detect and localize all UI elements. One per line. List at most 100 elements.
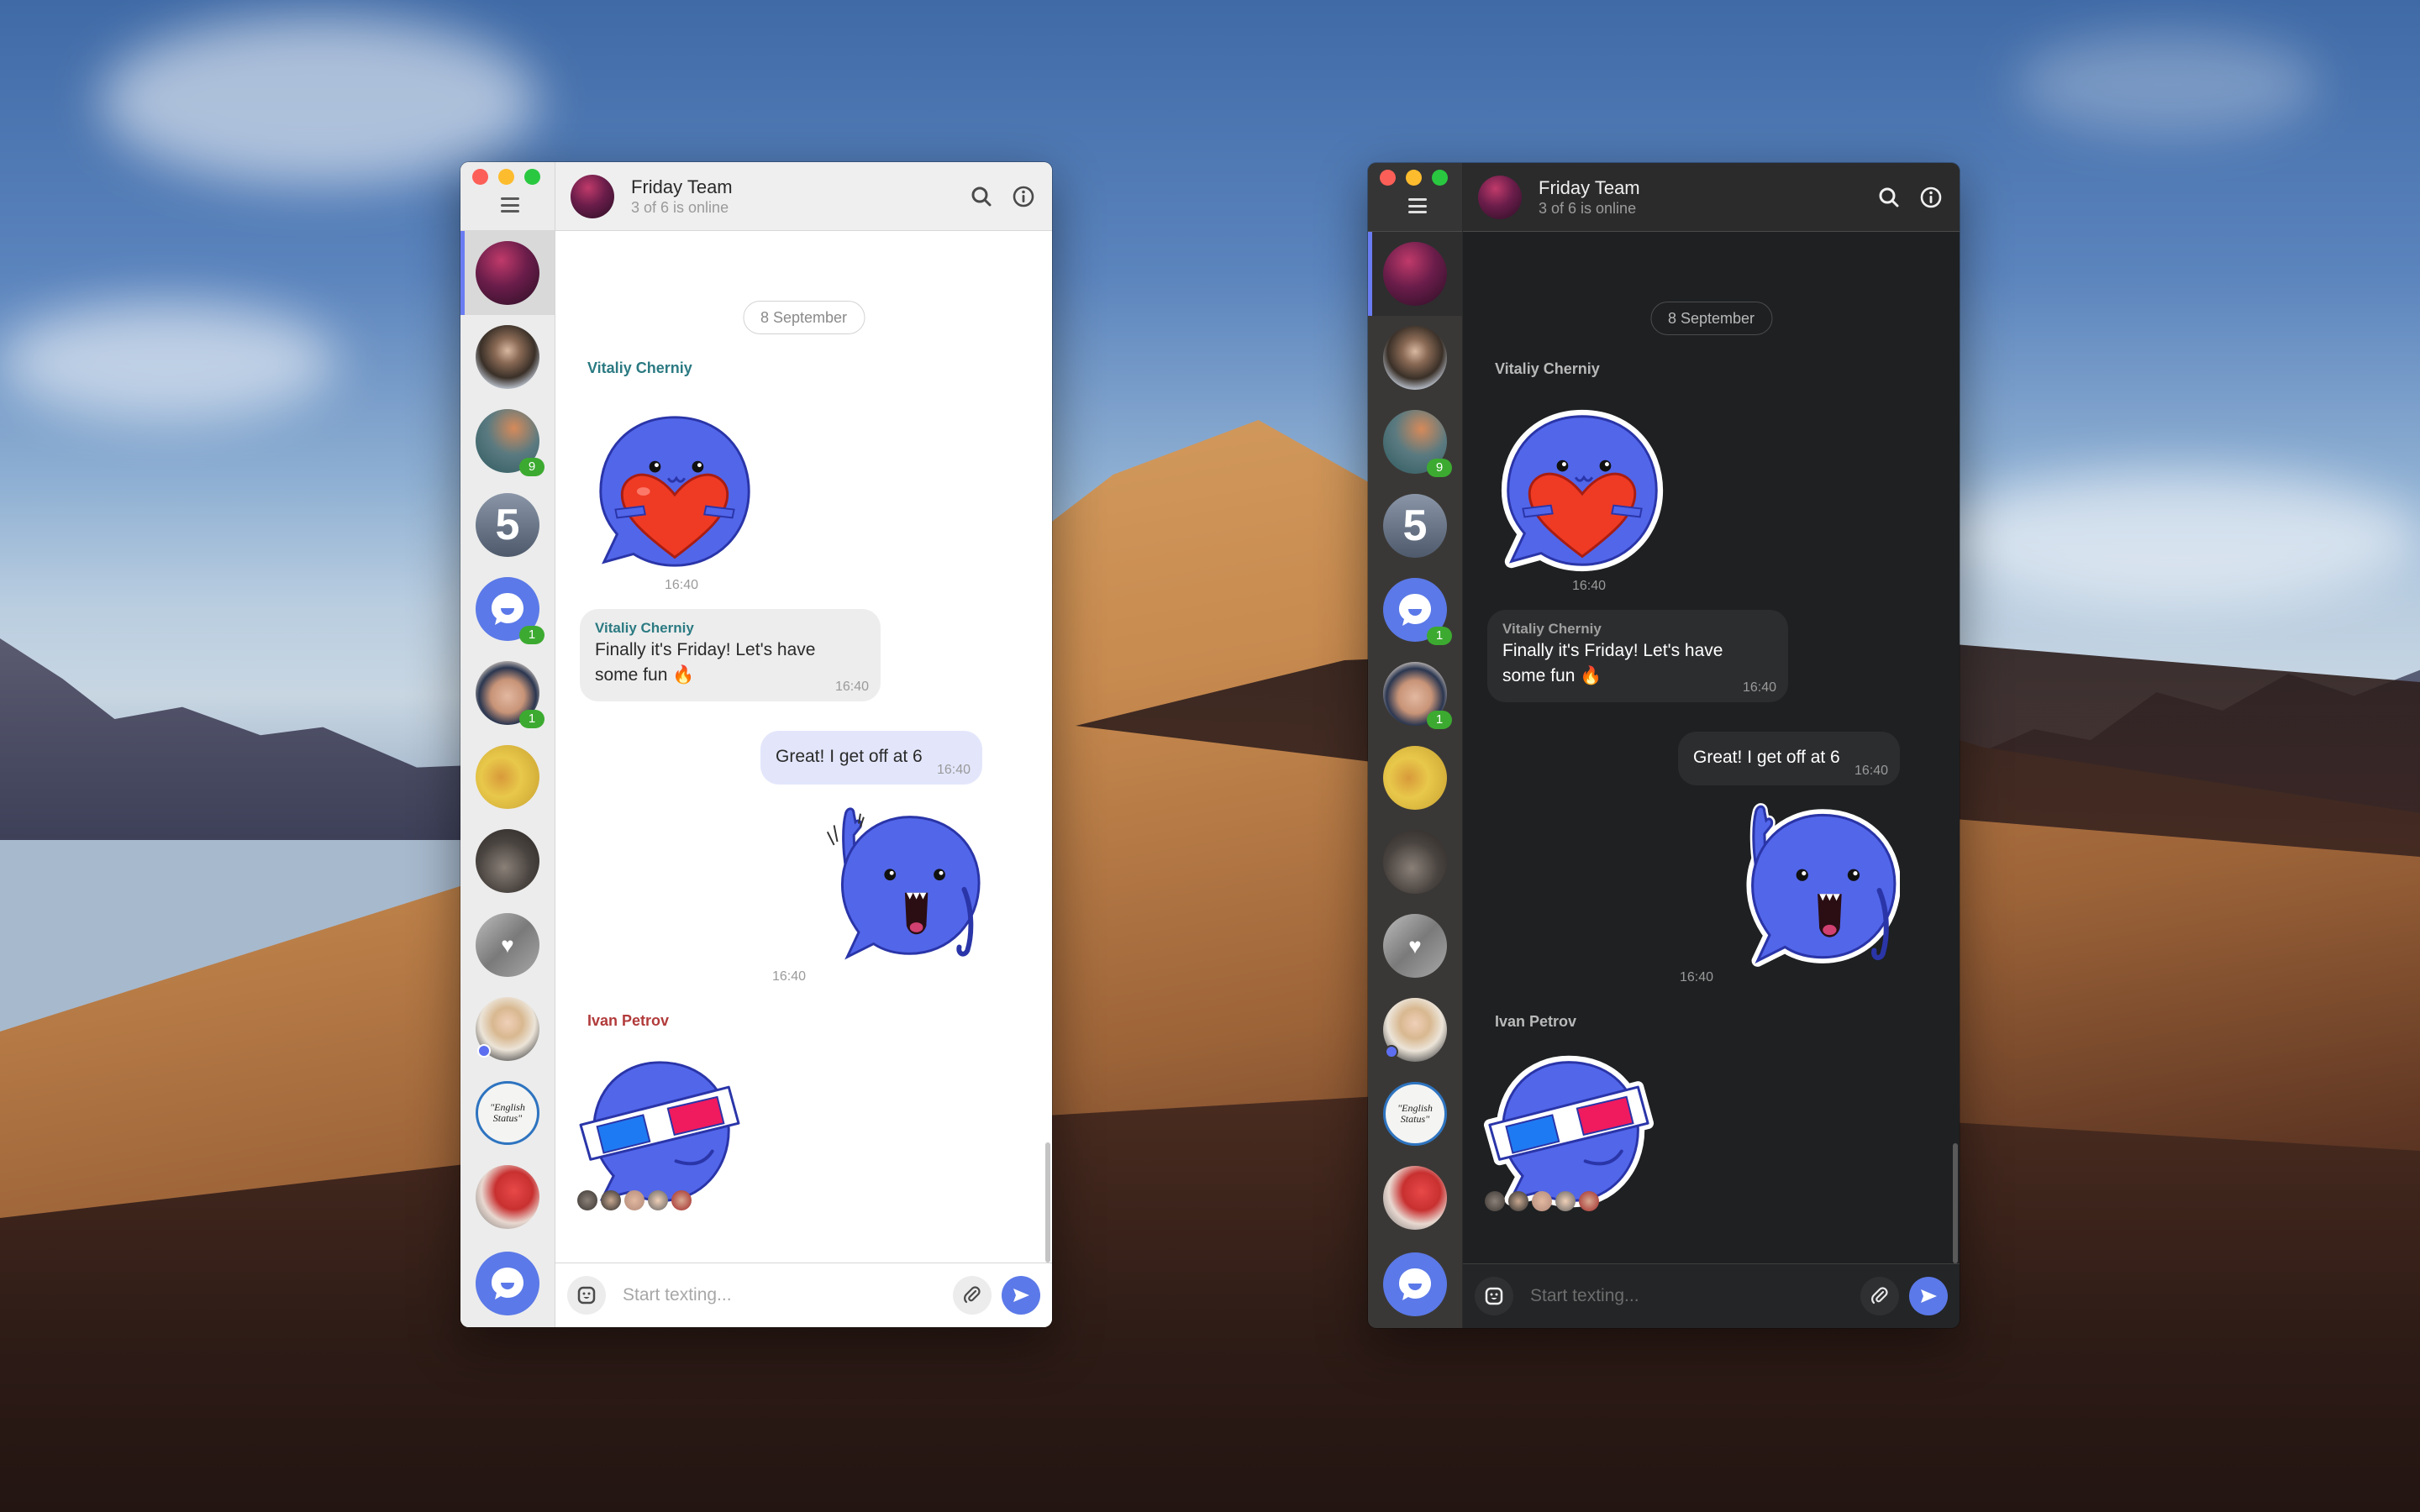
- chat-item-blonde-woman[interactable]: [1368, 988, 1462, 1072]
- chat-title: Friday Team: [1539, 176, 1640, 198]
- window-controls: [472, 169, 540, 185]
- minimize-window-button[interactable]: [498, 169, 514, 185]
- chat-item-heart-key[interactable]: ♥: [1368, 904, 1462, 988]
- heart-hug-sticker[interactable]: [1497, 405, 1668, 576]
- search-button[interactable]: [968, 183, 995, 210]
- close-window-button[interactable]: [472, 169, 488, 185]
- chat-item-man-in-shirt[interactable]: [1368, 316, 1462, 400]
- group-avatar[interactable]: [1478, 175, 1522, 219]
- avatar: [1383, 746, 1447, 810]
- chat-list: 9 5 1 1 ♥ "English Status": [1368, 232, 1462, 1328]
- unread-badge: 1: [519, 710, 544, 728]
- avatar: [1383, 242, 1447, 306]
- message-list[interactable]: 8 September Vitaliy Cherniy 16:40 Vitali…: [1463, 232, 1960, 1263]
- maximize-window-button[interactable]: [1432, 170, 1448, 186]
- scrollbar[interactable]: [1953, 1143, 1958, 1263]
- desktop-wallpaper: [0, 0, 2420, 1512]
- chat-item-5-logo[interactable]: 5: [460, 483, 555, 567]
- send-button[interactable]: [1909, 1277, 1948, 1315]
- message-input[interactable]: [1530, 1286, 1850, 1306]
- message-bubble-outgoing: Great! I get off at 6 16:40: [1678, 732, 1900, 785]
- messenger-window-light: 9 5 1 1 ♥ "English Status" Friday Team 3…: [460, 162, 1052, 1327]
- chat-logo-icon[interactable]: [476, 1252, 539, 1315]
- message-sender: Vitaliy Cherniy: [1495, 360, 1600, 377]
- online-status: 3 of 6 is online: [631, 198, 729, 216]
- reader-avatar: [648, 1190, 668, 1210]
- maximize-window-button[interactable]: [524, 169, 540, 185]
- chat-item-red-flower[interactable]: [1368, 1156, 1462, 1240]
- close-window-button[interactable]: [1380, 170, 1396, 186]
- group-avatar[interactable]: [571, 174, 614, 218]
- waving-sticker[interactable]: [1725, 800, 1900, 971]
- avatar: ♥: [476, 913, 539, 977]
- chat-item-man-in-shirt[interactable]: [460, 315, 555, 399]
- message-time: 16:40: [665, 578, 699, 592]
- chat-item-red-flower[interactable]: [460, 1155, 555, 1239]
- message-composer: [555, 1263, 1052, 1327]
- reader-avatar: [671, 1190, 692, 1210]
- avatar: [476, 997, 539, 1061]
- chat-item-this-is-fine[interactable]: [1368, 736, 1462, 820]
- avatar: 5: [1383, 494, 1447, 558]
- avatar: 9: [476, 409, 544, 476]
- 3d-glasses-sticker[interactable]: [577, 1054, 742, 1210]
- message-time: 16:40: [1572, 579, 1607, 593]
- chat-item-english-status[interactable]: "English Status": [460, 1071, 555, 1155]
- message-list[interactable]: 8 September Vitaliy Cherniy 16:40 Vitali…: [555, 231, 1052, 1263]
- send-icon: [1013, 1289, 1029, 1302]
- chat-item-girl-photo[interactable]: [1368, 820, 1462, 904]
- attach-button[interactable]: [1860, 1277, 1899, 1315]
- message-input[interactable]: [623, 1285, 943, 1305]
- message-bubble-incoming: Vitaliy Cherniy Finally it's Friday! Let…: [1487, 610, 1788, 702]
- chat-item-blonde-woman[interactable]: [460, 987, 555, 1071]
- chat-item-chat-bot[interactable]: 1: [460, 567, 555, 651]
- chat-item-heart-key[interactable]: ♥: [460, 903, 555, 987]
- message-time: 16:40: [936, 763, 971, 777]
- message-text: Great! I get off at 6: [776, 747, 923, 766]
- message-time: 16:40: [772, 969, 807, 984]
- chat-item-young-man[interactable]: 1: [460, 651, 555, 735]
- avatar: [1383, 998, 1447, 1062]
- paperclip-icon: [1871, 1287, 1888, 1305]
- info-icon: [1013, 186, 1034, 207]
- sidebar-titlebar: [1368, 163, 1462, 232]
- scrollbar[interactable]: [1045, 1142, 1050, 1263]
- heart-hug-sticker[interactable]: [592, 409, 757, 574]
- hamburger-menu-icon[interactable]: [1408, 198, 1427, 213]
- waving-sticker[interactable]: [816, 802, 984, 967]
- chat-logo-icon[interactable]: [1383, 1252, 1447, 1316]
- reader-avatar: [1532, 1191, 1552, 1211]
- chat-item-girl-photo[interactable]: [460, 819, 555, 903]
- chat-item-young-man[interactable]: 1: [1368, 652, 1462, 736]
- read-receipts: [577, 1190, 692, 1210]
- chat-item-5-logo[interactable]: 5: [1368, 484, 1462, 568]
- window-controls: [1380, 170, 1448, 186]
- info-button[interactable]: [1918, 184, 1944, 211]
- info-button[interactable]: [1010, 183, 1037, 210]
- chat-item-chat-bot[interactable]: 1: [1368, 568, 1462, 652]
- chat-item-this-is-fine[interactable]: [460, 735, 555, 819]
- minimize-window-button[interactable]: [1406, 170, 1422, 186]
- message-bubble-outgoing: Great! I get off at 6 16:40: [760, 731, 982, 785]
- hamburger-menu-icon[interactable]: [501, 197, 519, 213]
- chat-pane: Friday Team 3 of 6 is online 8 September…: [555, 162, 1052, 1327]
- avatar: 1: [476, 577, 544, 644]
- send-button[interactable]: [1002, 1276, 1040, 1315]
- chat-item-friday-team[interactable]: [1368, 232, 1462, 316]
- chat-item-fantasy-art[interactable]: 9: [1368, 400, 1462, 484]
- wallpaper-cloud: [101, 17, 538, 185]
- message-sender: Vitaliy Cherniy: [587, 360, 692, 376]
- avatar: 1: [476, 661, 544, 728]
- reader-avatar: [624, 1190, 644, 1210]
- chat-item-english-status[interactable]: "English Status": [1368, 1072, 1462, 1156]
- attach-button[interactable]: [953, 1276, 992, 1315]
- search-icon: [971, 186, 992, 206]
- chat-item-fantasy-art[interactable]: 9: [460, 399, 555, 483]
- 3d-glasses-sticker[interactable]: [1483, 1050, 1655, 1215]
- message-text: Finally it's Friday! Let's have some fun…: [1502, 641, 1723, 685]
- chat-item-friday-team[interactable]: [460, 231, 555, 315]
- wallpaper-cloud: [2017, 34, 2319, 134]
- emoji-button[interactable]: [567, 1276, 606, 1315]
- search-button[interactable]: [1876, 184, 1902, 211]
- emoji-button[interactable]: [1475, 1277, 1513, 1315]
